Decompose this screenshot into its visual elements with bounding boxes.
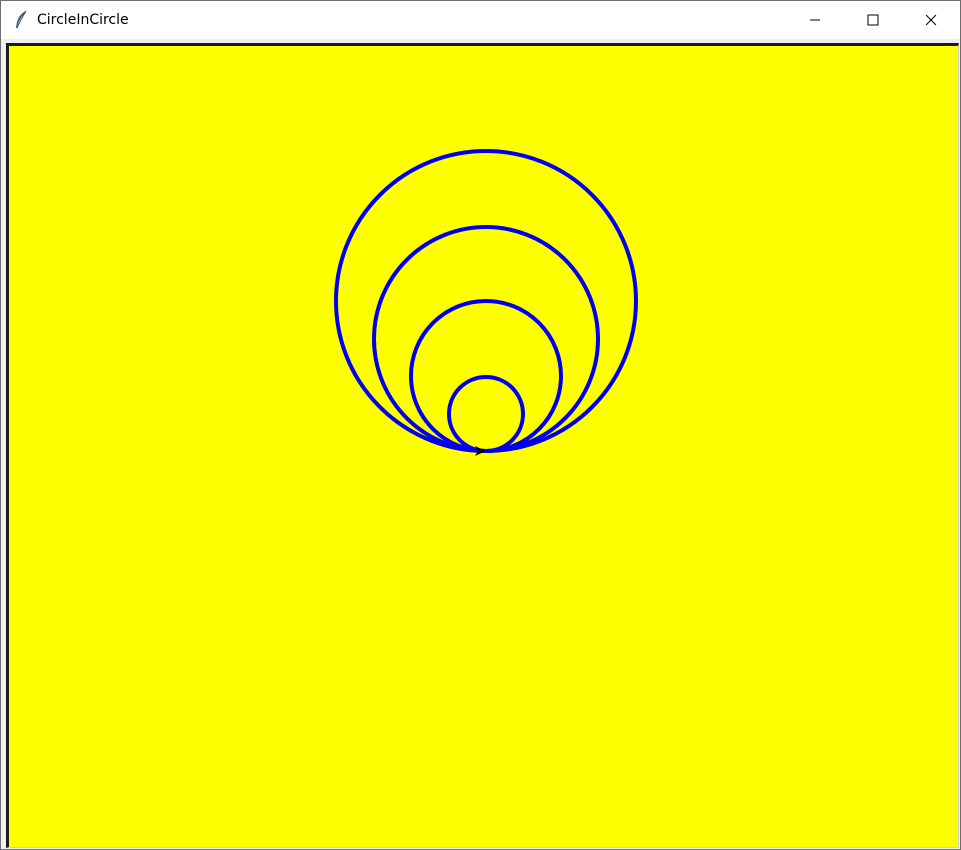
minimize-icon xyxy=(810,19,820,21)
maximize-button[interactable] xyxy=(844,1,902,39)
app-window: CircleInCircle xyxy=(0,0,961,850)
maximize-icon xyxy=(867,14,879,26)
close-icon xyxy=(925,14,937,26)
minimize-button[interactable] xyxy=(786,1,844,39)
canvas-frame xyxy=(6,43,959,848)
turtle-canvas[interactable] xyxy=(9,46,958,847)
canvas-background xyxy=(9,46,958,847)
window-title: CircleInCircle xyxy=(37,12,129,28)
close-button[interactable] xyxy=(902,1,960,39)
title-bar[interactable]: CircleInCircle xyxy=(1,1,960,39)
feather-icon xyxy=(16,10,27,29)
